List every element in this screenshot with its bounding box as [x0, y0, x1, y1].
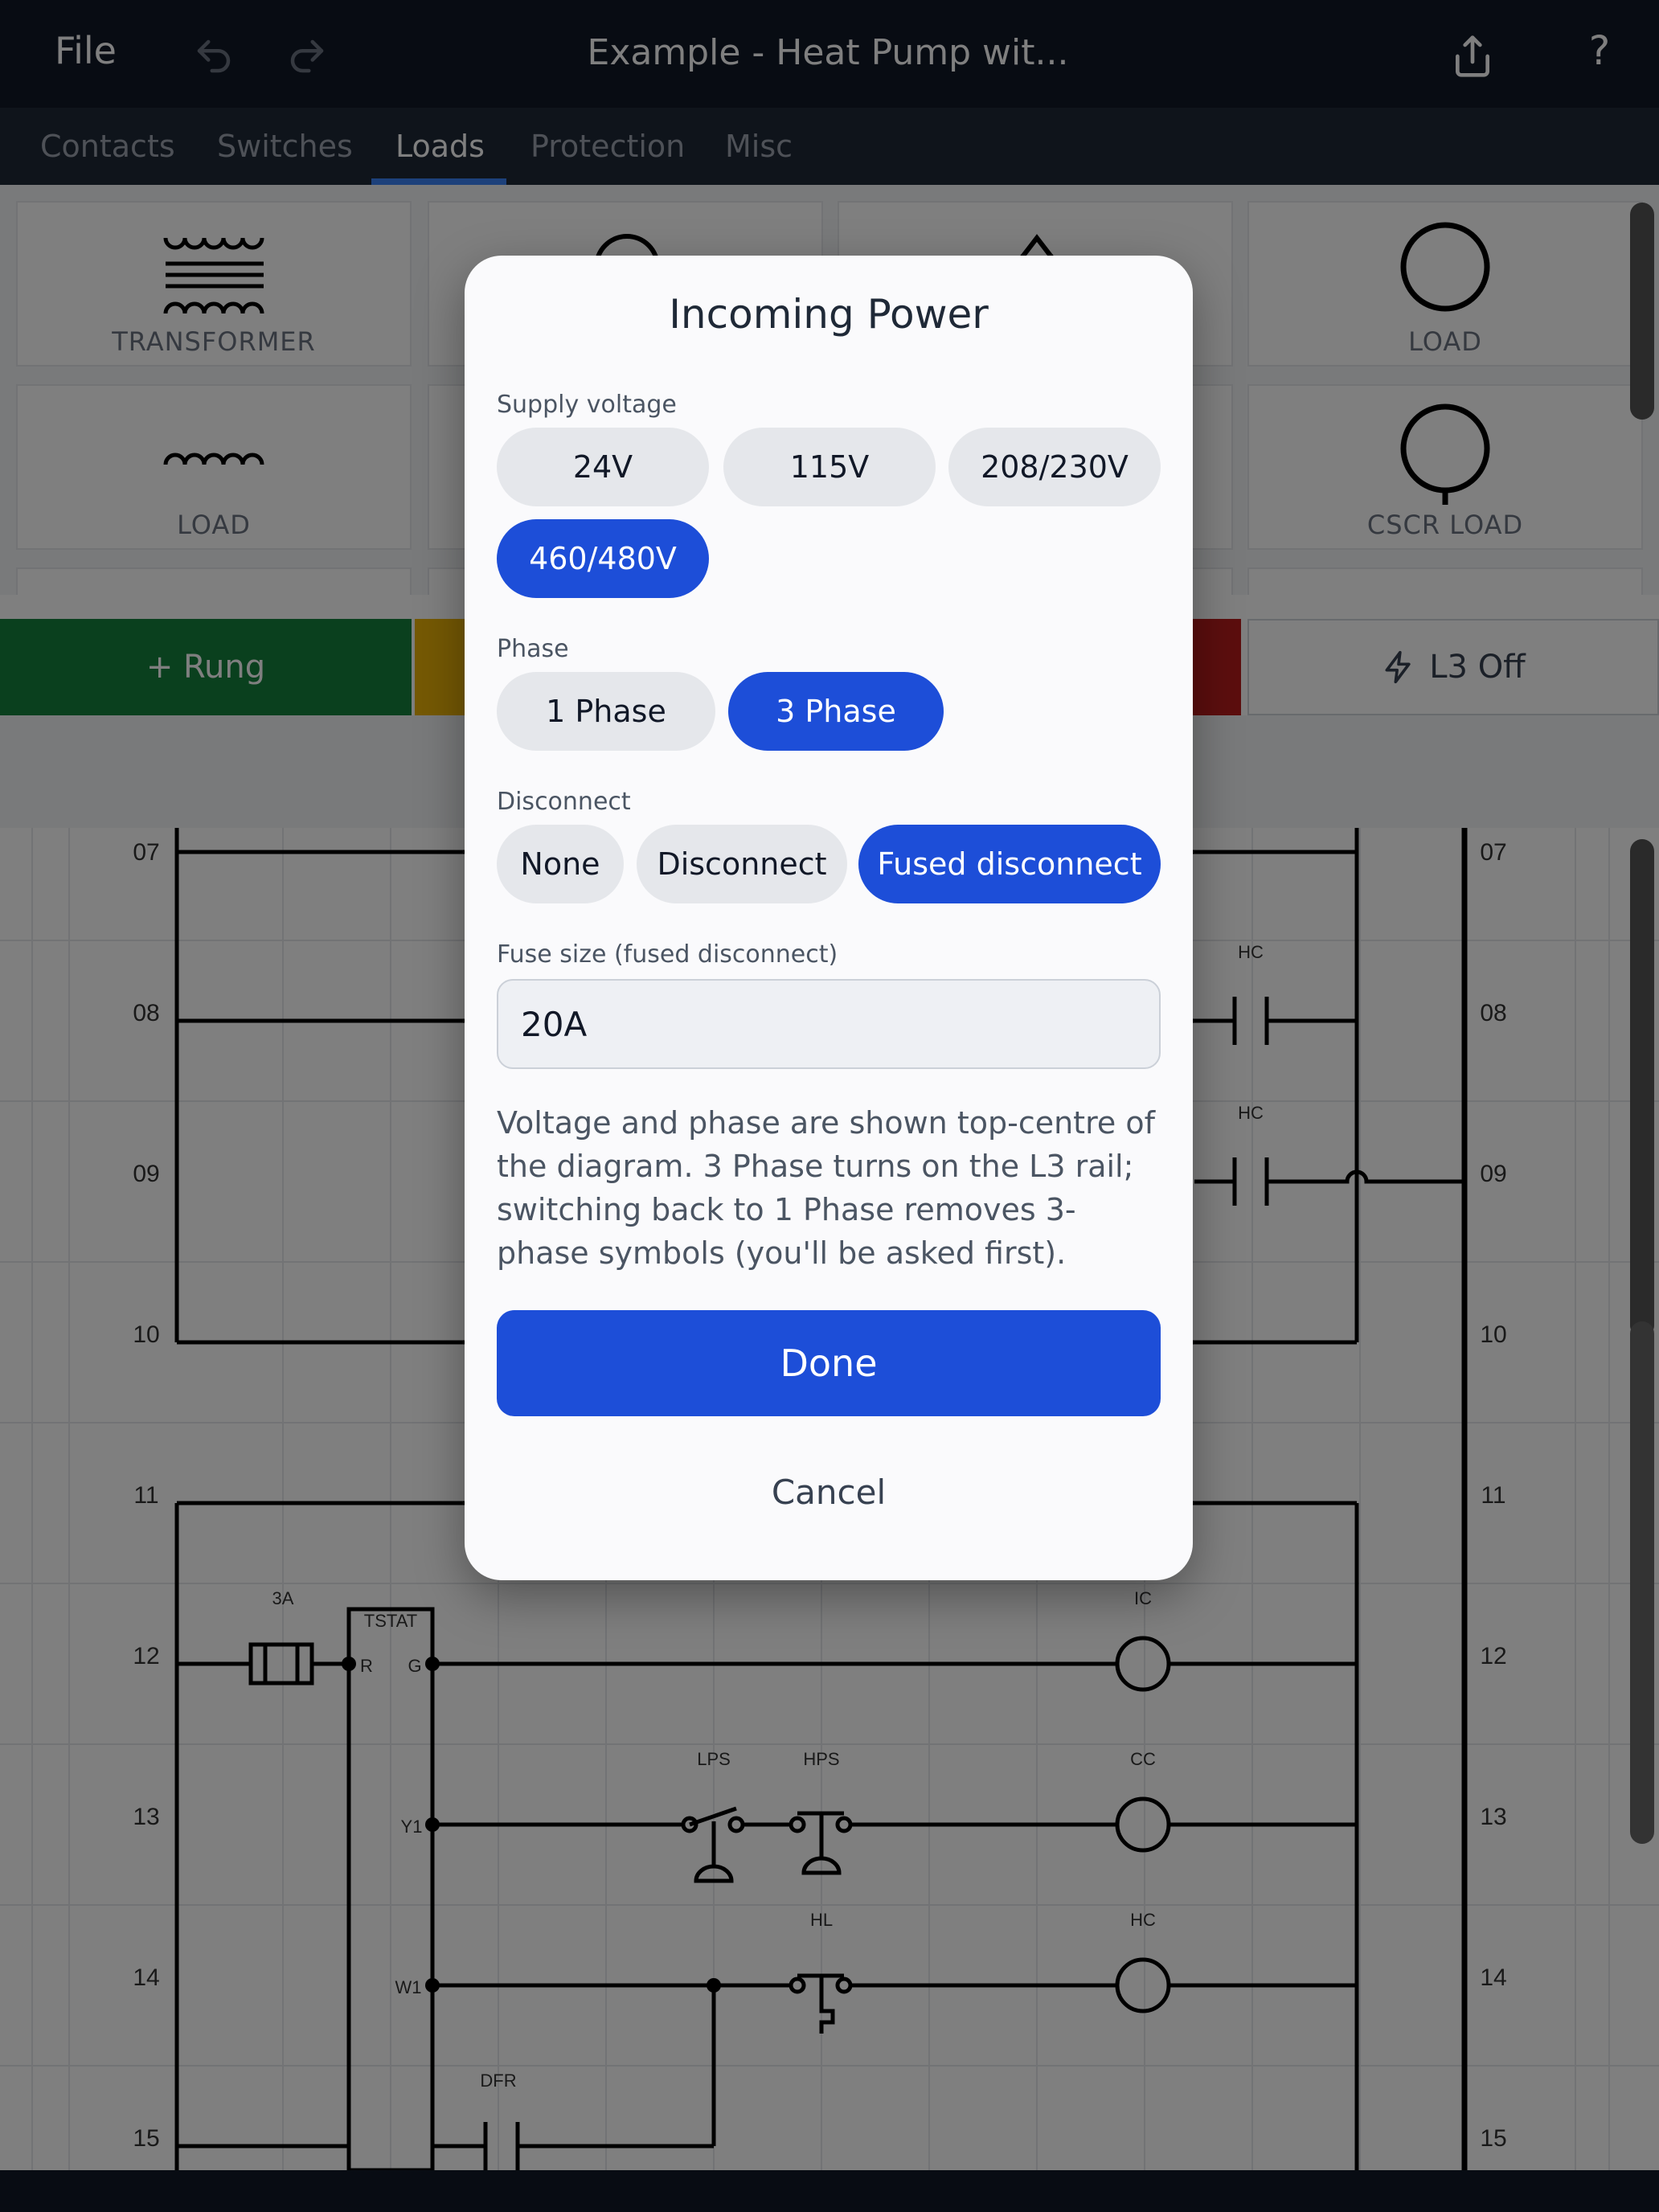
voltage-option-24v[interactable]: 24V [497, 428, 709, 506]
voltage-option-460-480v[interactable]: 460/480V [497, 519, 709, 598]
done-button[interactable]: Done [497, 1310, 1161, 1416]
cancel-button[interactable]: Cancel [497, 1460, 1161, 1524]
supply-voltage-label: Supply voltage [497, 391, 677, 419]
phase-option-3-phase[interactable]: 3 Phase [728, 672, 944, 751]
dialog-title: Incoming Power [669, 291, 989, 338]
voltage-option-115v[interactable]: 115V [723, 428, 936, 506]
disconnect-option-fused[interactable]: Fused disconnect [858, 825, 1161, 903]
phase-label: Phase [497, 635, 569, 663]
fuse-size-label: Fuse size (fused disconnect) [497, 940, 838, 969]
dialog-help-text: Voltage and phase are shown top-centre o… [497, 1105, 1155, 1271]
disconnect-label: Disconnect [497, 788, 631, 816]
voltage-option-208-230v[interactable]: 208/230V [948, 428, 1161, 506]
disconnect-option-none[interactable]: None [497, 825, 624, 903]
incoming-power-dialog: Incoming Power Supply voltage 24V 115V 2… [465, 256, 1193, 1580]
fuse-size-input[interactable]: 20A [497, 979, 1161, 1069]
phase-option-1-phase[interactable]: 1 Phase [497, 672, 715, 751]
disconnect-option-disconnect[interactable]: Disconnect [637, 825, 847, 903]
